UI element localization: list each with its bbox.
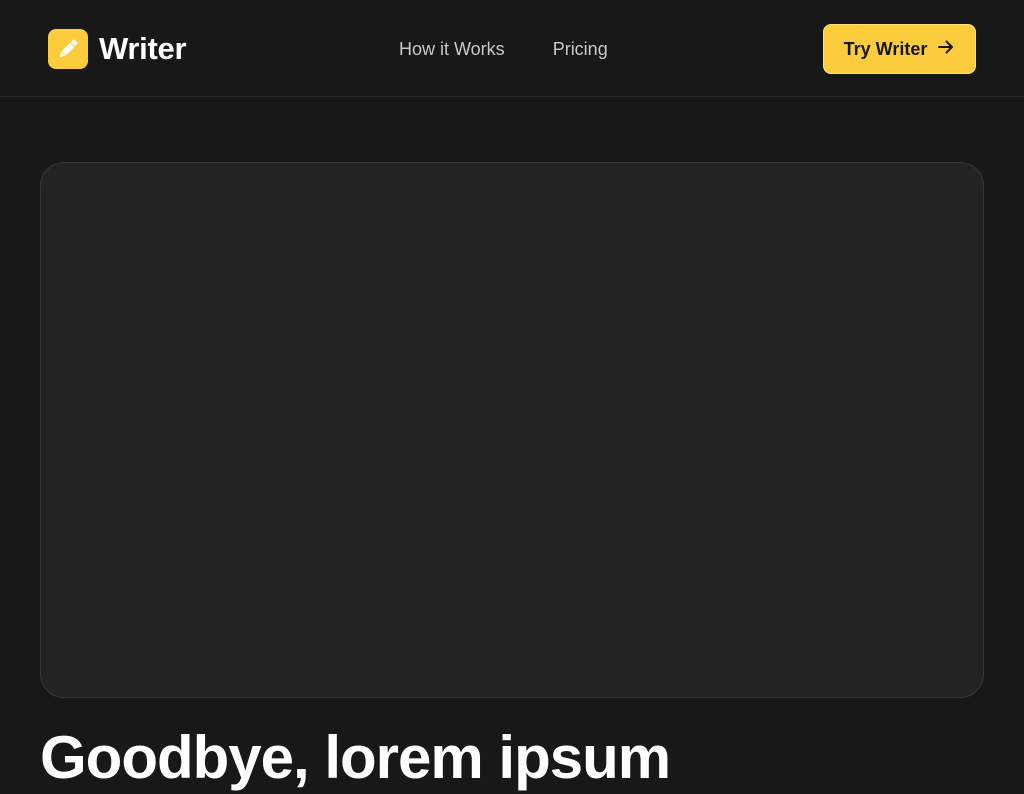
- hero-media-placeholder: [40, 162, 984, 698]
- try-writer-button[interactable]: Try Writer: [823, 24, 976, 74]
- try-writer-button-label: Try Writer: [843, 38, 928, 59]
- top-navigation-bar: Writer How it Works Pricing Try Writer: [0, 0, 1024, 97]
- pencil-icon: [48, 29, 88, 69]
- nav-link-how-it-works[interactable]: How it Works: [399, 36, 505, 62]
- hero-headline: Goodbye, lorem ipsum: [40, 724, 671, 791]
- arrow-right-icon: [937, 38, 955, 61]
- brand-logo-link[interactable]: Writer: [48, 29, 187, 69]
- nav-link-pricing[interactable]: Pricing: [553, 36, 608, 62]
- main-nav: How it Works Pricing: [399, 36, 608, 62]
- brand-name: Writer: [99, 31, 187, 66]
